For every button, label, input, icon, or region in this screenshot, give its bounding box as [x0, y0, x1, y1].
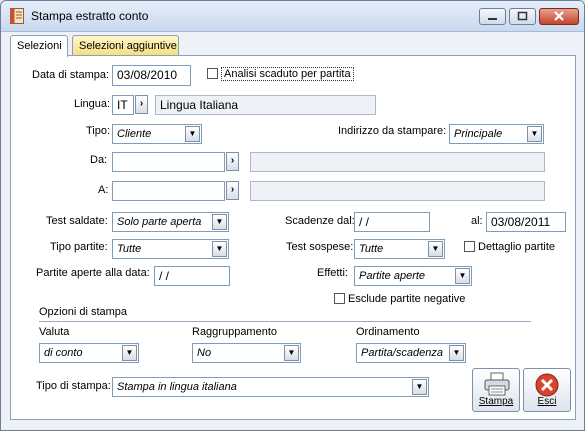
opzioni-separator: [39, 321, 531, 322]
test-saldate-select[interactable]: Solo parte aperta ▼: [112, 212, 229, 232]
a-code-field[interactable]: [112, 181, 225, 201]
indirizzo-label: Indirizzo da stampare:: [338, 125, 447, 137]
effetti-label: Effetti:: [317, 267, 348, 279]
ordinamento-label: Ordinamento: [356, 326, 420, 338]
tipo-partite-value: Tutte: [117, 243, 142, 255]
partite-aperte-data-label: Partite aperte alla data:: [36, 267, 150, 279]
indirizzo-value: Principale: [454, 128, 503, 140]
scadenze-al-label: al:: [471, 215, 483, 227]
app-icon: [10, 8, 24, 24]
chevron-down-icon[interactable]: ▼: [455, 268, 470, 284]
valuta-label: Valuta: [39, 326, 70, 338]
close-window-button[interactable]: [539, 8, 579, 25]
analisi-scaduto-checkbox[interactable]: [207, 68, 218, 79]
minimize-button[interactable]: [479, 8, 506, 25]
a-label: A:: [98, 184, 109, 196]
chevron-down-icon[interactable]: ▼: [122, 345, 137, 361]
analisi-scaduto-label: Analisi scaduto per partita: [221, 67, 354, 81]
data-stampa-field[interactable]: 03/08/2010: [112, 65, 191, 86]
chevron-down-icon[interactable]: ▼: [212, 214, 227, 230]
tipo-partite-select[interactable]: Tutte ▼: [112, 239, 229, 259]
stampa-button-label: Stampa: [478, 396, 514, 407]
chevron-down-icon[interactable]: ▼: [527, 126, 542, 142]
esci-button[interactable]: Esci: [523, 368, 571, 412]
test-sospese-value: Tutte: [359, 243, 384, 255]
indirizzo-select[interactable]: Principale ▼: [449, 124, 544, 144]
test-saldate-label: Test saldate:: [46, 215, 108, 227]
ordinamento-value: Partita/scadenza: [361, 347, 443, 359]
data-stampa-label: Data di stampa:: [32, 69, 110, 81]
scadenze-al-field[interactable]: 03/08/2011: [486, 212, 566, 232]
chevron-down-icon[interactable]: ▼: [212, 241, 227, 257]
esclude-negative-checkbox[interactable]: [334, 293, 345, 304]
tipo-value: Cliente: [117, 128, 152, 140]
maximize-icon: [517, 11, 528, 21]
dialog-window: Stampa estratto conto Selezioni Selezion…: [0, 0, 585, 431]
da-zoom-button[interactable]: ›: [226, 152, 239, 171]
test-sospese-label: Test sospese:: [286, 241, 354, 253]
close-icon: [535, 373, 559, 397]
a-zoom-button[interactable]: ›: [226, 181, 239, 200]
opzioni-title: Opzioni di stampa: [39, 306, 128, 318]
chevron-down-icon[interactable]: ▼: [185, 126, 200, 142]
test-saldate-value: Solo parte aperta: [117, 216, 202, 228]
test-sospese-select[interactable]: Tutte ▼: [354, 239, 445, 259]
dettaglio-partite-checkbox[interactable]: [464, 241, 475, 252]
arrow-right-icon: ›: [230, 184, 235, 195]
lingua-label: Lingua:: [74, 98, 111, 110]
lingua-zoom-button[interactable]: ›: [135, 95, 148, 114]
chevron-down-icon[interactable]: ▼: [449, 345, 464, 361]
close-icon: [554, 11, 564, 21]
scadenze-dal-label: Scadenze dal:: [285, 215, 355, 227]
arrow-right-icon: ›: [139, 98, 144, 109]
effetti-select[interactable]: Partite aperte ▼: [354, 266, 472, 286]
ordinamento-select[interactable]: Partita/scadenza ▼: [356, 343, 466, 363]
tipo-stampa-label: Tipo di stampa:: [36, 380, 111, 392]
da-code-field[interactable]: [112, 152, 225, 172]
raggruppamento-value: No: [197, 347, 212, 359]
a-description-field: [250, 181, 545, 201]
dettaglio-partite-label: Dettaglio partite: [478, 241, 556, 253]
raggruppamento-select[interactable]: No ▼: [192, 343, 301, 363]
minimize-icon: [488, 18, 497, 20]
raggruppamento-label: Raggruppamento: [192, 326, 278, 338]
scadenze-dal-field[interactable]: / /: [354, 212, 430, 232]
da-label: Da:: [90, 154, 108, 166]
tipo-select[interactable]: Cliente ▼: [112, 124, 202, 144]
title-bar[interactable]: Stampa estratto conto: [1, 1, 584, 32]
printer-icon: [484, 372, 510, 396]
chevron-down-icon[interactable]: ▼: [284, 345, 299, 361]
esclude-negative-label: Esclude partite negative: [348, 293, 466, 305]
tab-selezioni-aggiuntive[interactable]: Selezioni aggiuntive: [72, 35, 179, 56]
arrow-right-icon: ›: [230, 155, 235, 166]
chevron-down-icon[interactable]: ▼: [428, 241, 443, 257]
tipo-partite-label: Tipo partite:: [50, 241, 108, 253]
partite-aperte-data-field[interactable]: / /: [154, 266, 230, 286]
tipo-stampa-value: Stampa in lingua italiana: [117, 381, 237, 393]
valuta-value: di conto: [44, 347, 83, 359]
valuta-select[interactable]: di conto ▼: [39, 343, 139, 363]
lingua-description-field: Lingua Italiana: [155, 95, 376, 115]
tab-strip: Selezioni Selezioni aggiuntive: [1, 31, 584, 57]
window-title: Stampa estratto conto: [31, 9, 149, 23]
da-description-field: [250, 152, 545, 172]
chevron-down-icon[interactable]: ▼: [412, 379, 427, 395]
tab-selezioni[interactable]: Selezioni: [10, 35, 68, 57]
lingua-code-field[interactable]: IT: [112, 95, 134, 115]
tipo-stampa-select[interactable]: Stampa in lingua italiana ▼: [112, 377, 429, 397]
stampa-button[interactable]: Stampa: [472, 368, 520, 412]
esci-button-label: Esci: [537, 396, 557, 407]
maximize-button[interactable]: [509, 8, 536, 25]
effetti-value: Partite aperte: [359, 270, 426, 282]
tipo-label: Tipo:: [86, 125, 111, 137]
